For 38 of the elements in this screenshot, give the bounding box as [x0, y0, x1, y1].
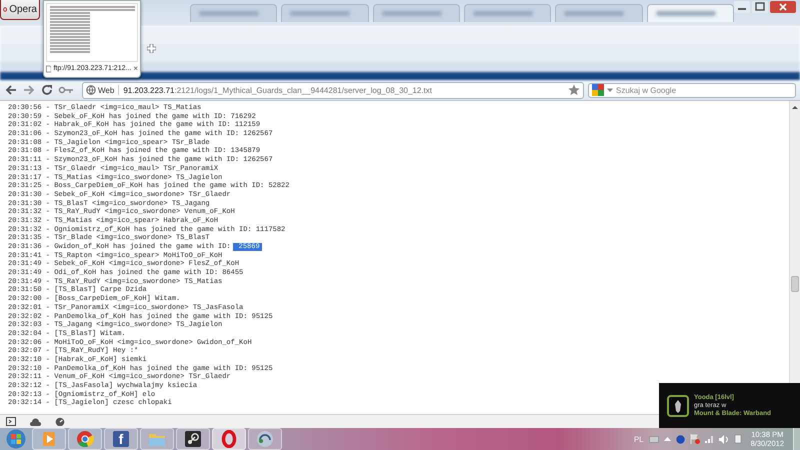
maximize-icon[interactable] [752, 1, 768, 13]
close-icon[interactable] [770, 1, 796, 13]
plus-cursor-icon [147, 44, 156, 53]
minimize-icon[interactable] [734, 1, 750, 13]
helmet-emblem-icon [667, 394, 689, 416]
address-field[interactable]: Web 91.203.223.71:2121/logs/1_Mythical_Guards_clan__9444281/server_log_08_30_12.txt [82, 82, 584, 98]
back-arrow-icon[interactable] [4, 83, 18, 97]
star-icon[interactable] [568, 84, 580, 96]
headset-icon [256, 430, 274, 448]
start-orb-icon[interactable] [6, 429, 26, 449]
flag-alert-icon[interactable] [690, 434, 700, 444]
signal-bars-icon[interactable] [704, 435, 714, 443]
expand-caret-icon[interactable] [664, 436, 671, 442]
close-preview-button[interactable]: × [133, 64, 138, 73]
search-input[interactable]: Szukaj w Google [616, 86, 792, 94]
o-ring-icon [220, 430, 238, 448]
url-text: 91.203.223.71:2121/logs/1_Mythical_Guards_clan__9444281/server_log_08_30_12.txt [123, 86, 433, 94]
caret-icon[interactable] [607, 87, 613, 93]
globe-icon [86, 85, 96, 95]
taskbar-button[interactable] [248, 428, 282, 450]
ring-logo-icon [76, 430, 94, 448]
cloud-icon[interactable] [30, 418, 41, 426]
speedometer-icon[interactable] [55, 417, 65, 426]
play-icon [40, 430, 58, 448]
scrollbar-thumb[interactable] [791, 276, 799, 292]
search-bar[interactable]: Szukaj w Google [588, 82, 796, 98]
google-squares-icon[interactable] [592, 84, 604, 96]
web-badge[interactable]: Web [86, 85, 120, 95]
panel-toggle-icon[interactable] [6, 417, 16, 426]
scroll-up-icon[interactable] [792, 105, 798, 110]
opera-menu-button[interactable]: Opera [0, 0, 40, 20]
taskbar-button[interactable] [176, 428, 210, 450]
reload-icon[interactable] [40, 83, 54, 97]
circle-icon[interactable] [676, 434, 685, 444]
document-icon [46, 64, 52, 74]
steam-icon [184, 430, 202, 448]
taskbar-button[interactable]: f [104, 428, 138, 450]
speaker-icon[interactable] [718, 434, 729, 444]
